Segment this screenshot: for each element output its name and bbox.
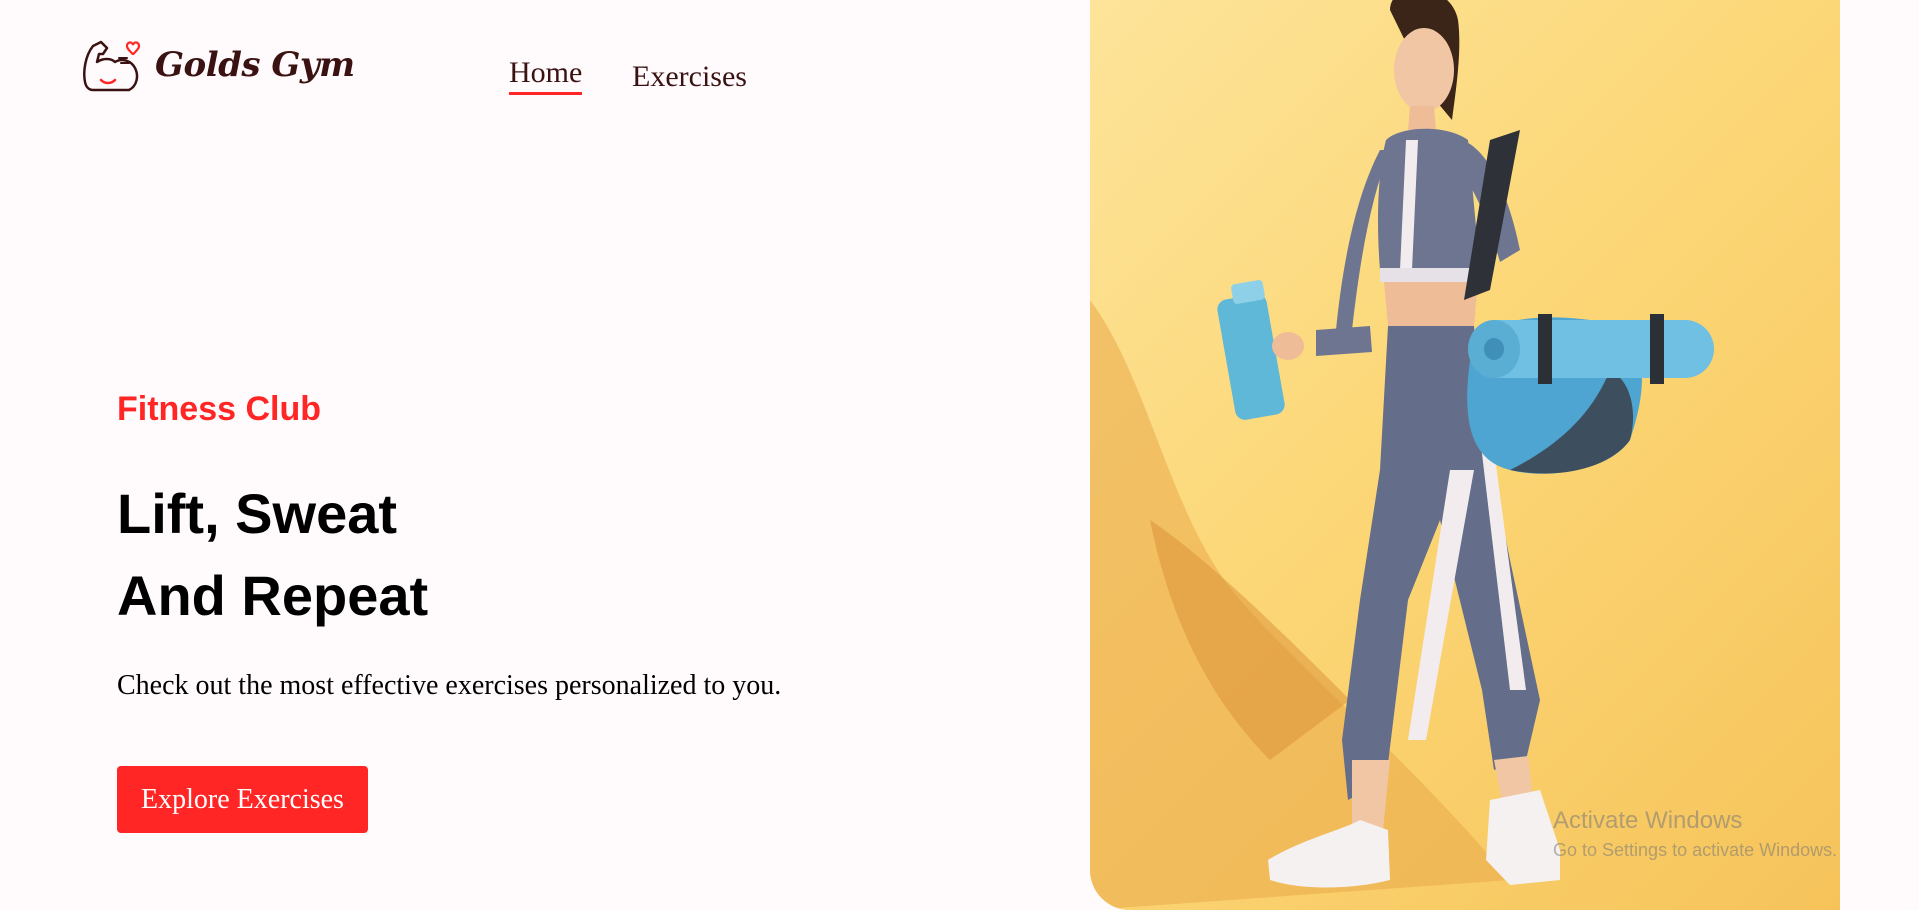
logo-link[interactable]: Golds Gym <box>79 36 355 94</box>
flexed-arm-logo-icon <box>83 40 141 92</box>
woman-walking-illustration <box>1090 0 1714 910</box>
hero-title-line-1: Lift, Sweat <box>117 482 398 545</box>
hero-title: Lift, Sweat And Repeat <box>117 473 428 637</box>
nav-home-link[interactable]: Home <box>509 56 583 95</box>
hero-description: Check out the most effective exercises p… <box>117 670 782 701</box>
explore-exercises-button[interactable]: Explore Exercises <box>117 766 368 833</box>
hero-banner-image <box>1090 0 1840 910</box>
hero-kicker: Fitness Club <box>117 390 322 428</box>
navbar: Golds Gym Home Exercises <box>0 0 1080 140</box>
brand-name: Golds Gym <box>155 45 355 85</box>
nav-exercises-link[interactable]: Exercises <box>632 60 747 94</box>
hero-title-line-2: And Repeat <box>117 564 429 627</box>
